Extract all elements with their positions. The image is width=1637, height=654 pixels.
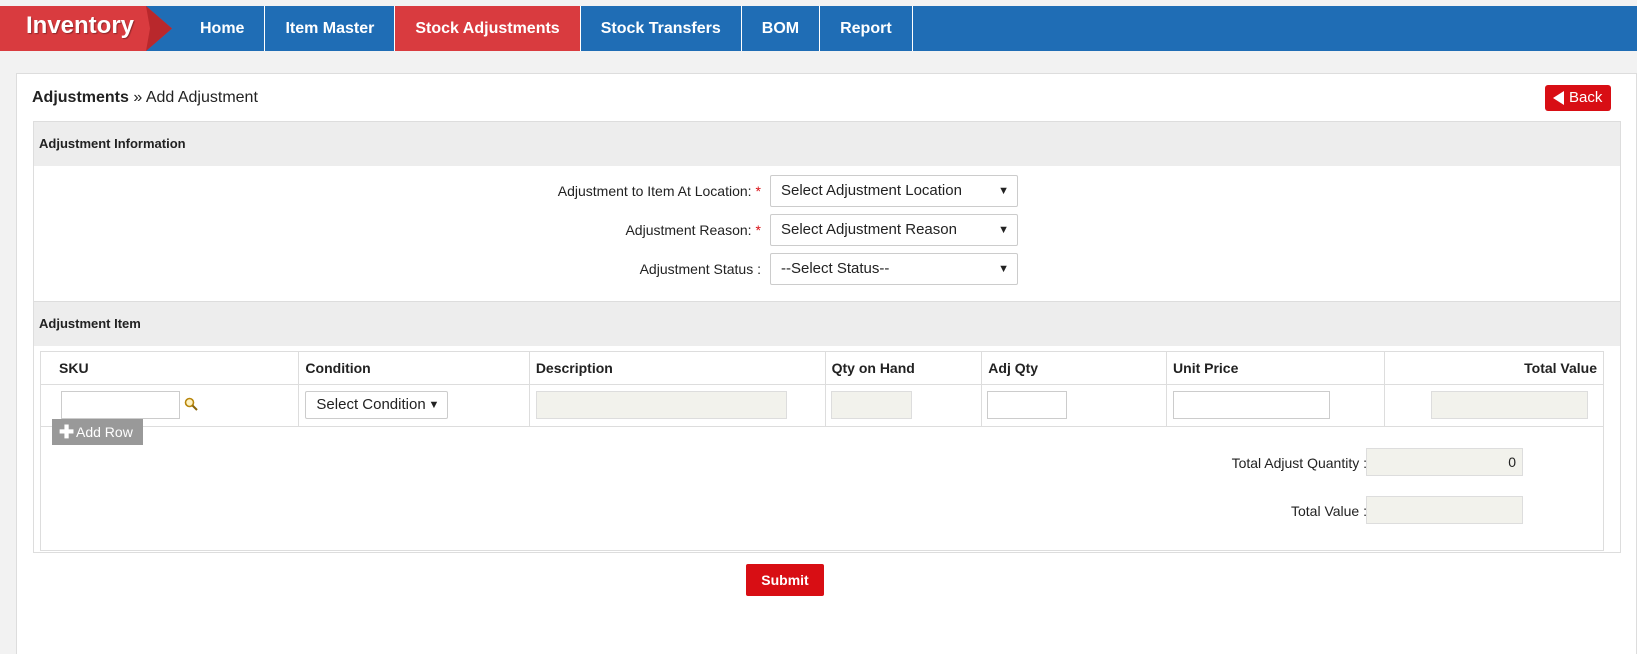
required-marker: * [755,222,761,238]
main-nav: Home Item Master Stock Adjustments Stock… [180,6,913,51]
cell-adj-qty [981,384,1168,427]
cell-total-value [1383,384,1605,427]
nav-report[interactable]: Report [820,6,913,51]
sku-input[interactable] [61,391,180,419]
adjustment-location-value: Select Adjustment Location [781,182,962,199]
brand-title: Inventory [26,12,135,39]
total-value-summary-field [1366,496,1523,524]
cell-qty-on-hand [824,384,983,427]
col-condition: Condition [298,351,530,385]
status-row: Adjustment Status : --Select Status-- ▼ [34,253,1620,285]
adjustment-item-heading: Adjustment Item [34,302,1620,346]
breadcrumb-current: Add Adjustment [145,89,258,106]
nav-stock-adjustments[interactable]: Stock Adjustments [395,6,581,51]
condition-select[interactable]: Select Condition ▼ [305,391,449,419]
nav-stock-transfers[interactable]: Stock Transfers [581,6,742,51]
caret-down-icon: ▼ [998,224,1009,236]
breadcrumb-separator: » [133,89,143,106]
plus-icon: ✚ [59,422,75,442]
qty-on-hand-field [830,391,912,419]
unit-price-input[interactable] [1173,391,1331,419]
col-description: Description [528,351,826,385]
breadcrumb-parent[interactable]: Adjustments [32,89,129,106]
nav-home[interactable]: Home [180,6,266,51]
adjustment-location-select[interactable]: Select Adjustment Location ▼ [770,175,1018,207]
adjustment-status-value: --Select Status-- [781,260,890,277]
reason-label: Adjustment Reason: * [625,222,761,238]
breadcrumb: Adjustments » Add Adjustment [32,89,258,107]
location-label: Adjustment to Item At Location: * [557,183,761,199]
col-total-value: Total Value [1383,351,1605,385]
add-row-button[interactable]: ✚ Add Row [52,419,143,445]
nav-bom[interactable]: BOM [742,6,821,51]
total-adjust-quantity-field: 0 [1366,448,1523,476]
cell-condition: Select Condition ▼ [298,384,530,427]
total-value-field [1430,391,1588,419]
cell-unit-price [1166,384,1385,427]
caret-down-icon: ▼ [998,263,1009,275]
nav-item-master[interactable]: Item Master [265,6,396,51]
table-row: Select Condition ▼ [39,384,1605,427]
adjustment-reason-value: Select Adjustment Reason [781,221,957,238]
caret-down-icon: ▼ [428,399,440,411]
caret-down-icon: ▼ [998,185,1009,197]
adj-qty-input[interactable] [987,391,1068,419]
back-button[interactable]: Back [1545,85,1611,111]
top-nav-bar: Inventory Home Item Master Stock Adjustm… [0,6,1637,51]
reason-row: Adjustment Reason: * Select Adjustment Re… [34,214,1620,246]
location-row: Adjustment to Item At Location: * Select … [34,175,1620,207]
required-marker: * [755,183,761,199]
search-icon[interactable] [184,397,198,411]
col-adj-qty: Adj Qty [981,351,1168,385]
description-field [535,391,787,419]
adjustment-information-section: Adjustment Information Adjustment to Ite… [33,121,1621,303]
add-row-label: Add Row [76,424,133,440]
condition-value: Select Condition [316,396,426,413]
items-table: SKU Condition Description Qty on Hand Ad… [39,351,1605,427]
main-panel: Adjustments » Add Adjustment Back Adjust… [16,73,1637,654]
col-unit-price: Unit Price [1166,351,1385,385]
adjustment-item-body: SKU Condition Description Qty on Hand Ad… [34,346,1620,553]
col-sku: SKU [39,351,300,385]
cell-description [528,384,826,427]
submit-button[interactable]: Submit [746,564,824,596]
adjustment-reason-select[interactable]: Select Adjustment Reason ▼ [770,214,1018,246]
adjustment-information-heading: Adjustment Information [34,122,1620,166]
adjustment-item-section: Adjustment Item SKU Condition Descriptio… [33,301,1621,553]
total-value-label: Total Value : [1290,503,1367,519]
back-button-label: Back [1569,89,1603,106]
brand-logo[interactable]: Inventory [0,6,178,51]
col-qty-on-hand: Qty on Hand [824,351,983,385]
status-label: Adjustment Status : [639,261,761,277]
adjustment-status-select[interactable]: --Select Status-- ▼ [770,253,1018,285]
table-header-row: SKU Condition Description Qty on Hand Ad… [39,351,1605,385]
triangle-left-icon [1553,91,1564,105]
total-adjust-quantity-label: Total Adjust Quantity : [1231,455,1367,471]
